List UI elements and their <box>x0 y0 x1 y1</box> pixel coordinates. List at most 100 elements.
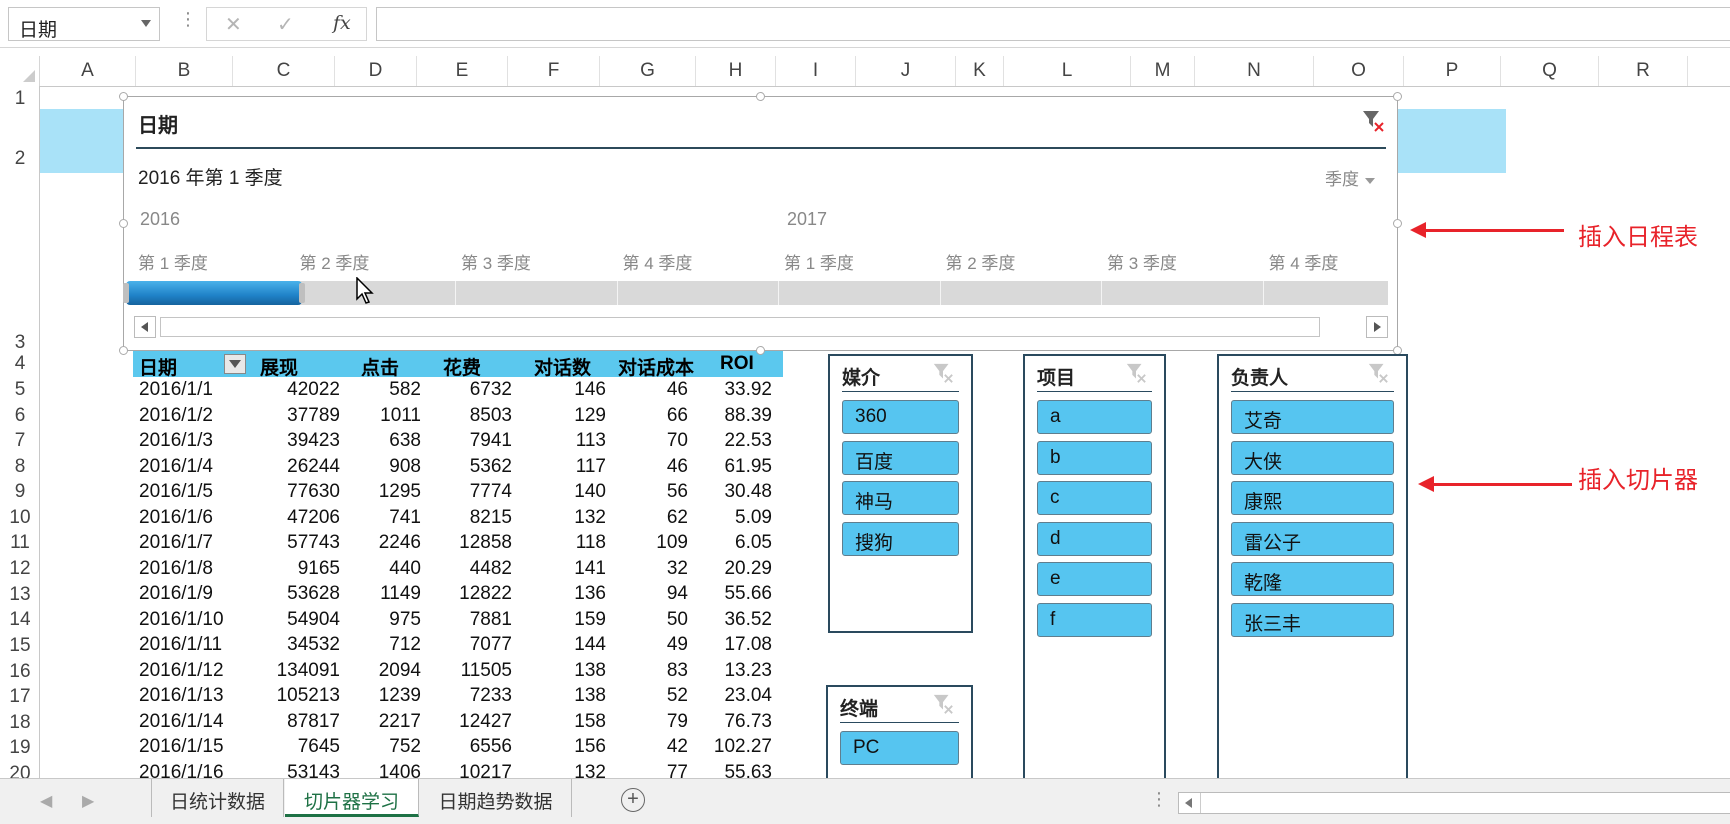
table-cell[interactable]: 4482 <box>470 558 512 580</box>
table-cell[interactable]: 8215 <box>470 507 512 529</box>
table-cell[interactable]: 47206 <box>287 507 340 529</box>
table-cell[interactable]: 6.05 <box>735 532 772 554</box>
table-cell[interactable]: 88.39 <box>724 405 772 427</box>
chevron-down-icon[interactable] <box>141 20 151 27</box>
table-cell[interactable]: 42 <box>667 736 688 758</box>
table-cell[interactable]: 37789 <box>287 405 340 427</box>
table-cell[interactable]: 33.92 <box>724 379 772 401</box>
table-cell[interactable]: 83 <box>667 660 688 682</box>
slicer-item[interactable]: 搜狗 <box>842 521 959 556</box>
table-cell[interactable]: 2016/1/15 <box>139 736 224 758</box>
table-cell[interactable]: 39423 <box>287 430 340 452</box>
table-cell[interactable]: 1149 <box>380 583 421 605</box>
slicer-item[interactable]: 康熙 <box>1231 481 1394 515</box>
table-cell[interactable]: 49 <box>667 634 688 656</box>
slicer-item[interactable]: 艾奇 <box>1231 400 1394 434</box>
timeline-quarter-label[interactable]: 第 3 季度 <box>461 249 531 274</box>
table-cell[interactable]: 2016/1/8 <box>139 558 213 580</box>
timeline-quarter-label[interactable]: 第 2 季度 <box>300 249 370 274</box>
column-header[interactable]: L <box>1004 56 1131 86</box>
resize-handle[interactable] <box>1393 92 1402 101</box>
table-cell[interactable]: 52 <box>667 685 688 707</box>
table-cell[interactable]: 159 <box>574 609 606 631</box>
table-cell[interactable]: 57743 <box>287 532 340 554</box>
table-cell[interactable]: 26244 <box>287 456 340 478</box>
table-cell[interactable]: 156 <box>574 736 606 758</box>
timeline-quarter-label[interactable]: 第 1 季度 <box>138 249 208 274</box>
slicer-item[interactable]: 百度 <box>842 440 959 475</box>
row-header[interactable]: 14 <box>0 609 40 631</box>
table-cell[interactable]: 5362 <box>470 456 512 478</box>
table-cell[interactable]: 138 <box>574 685 606 707</box>
table-cell[interactable]: 102.27 <box>714 736 772 758</box>
row-header[interactable]: 9 <box>0 481 40 503</box>
sheet-tab-daily[interactable]: 日统计数据 <box>152 779 284 817</box>
column-header[interactable]: K <box>956 56 1004 86</box>
table-cell[interactable]: 12822 <box>459 583 512 605</box>
slicer-terminal[interactable]: 终端 PC <box>826 685 973 780</box>
table-cell[interactable]: 34532 <box>287 634 340 656</box>
timeline-level-dropdown[interactable]: 季度 <box>1325 165 1375 190</box>
table-cell[interactable]: 2016/1/9 <box>139 583 213 605</box>
scroll-thumb[interactable] <box>160 317 1320 337</box>
slicer-item[interactable]: e <box>1037 562 1152 596</box>
table-cell[interactable]: 7881 <box>470 609 512 631</box>
table-cell[interactable]: 22.53 <box>724 430 772 452</box>
scroll-right-icon[interactable] <box>1366 316 1388 338</box>
column-header[interactable]: F <box>508 56 600 86</box>
table-cell[interactable]: 975 <box>389 609 421 631</box>
table-cell[interactable]: 7233 <box>470 685 512 707</box>
row-header[interactable]: 18 <box>0 712 40 734</box>
header-date[interactable]: 日期 <box>139 353 177 380</box>
table-cell[interactable]: 158 <box>574 711 606 733</box>
slicer-item[interactable]: c <box>1037 481 1152 515</box>
table-cell[interactable]: 1239 <box>379 685 421 707</box>
column-header[interactable]: R <box>1599 56 1688 86</box>
table-cell[interactable]: 46 <box>667 379 688 401</box>
table-cell[interactable]: 582 <box>389 379 421 401</box>
slicer-item[interactable]: d <box>1037 521 1152 556</box>
table-cell[interactable]: 1295 <box>379 481 421 503</box>
table-cell[interactable]: 70 <box>667 430 688 452</box>
table-cell[interactable]: 2016/1/14 <box>139 711 224 733</box>
formula-input[interactable] <box>376 7 1730 41</box>
clear-filter-icon[interactable] <box>1361 109 1385 138</box>
timeline-quarter-label[interactable]: 第 4 季度 <box>623 249 693 274</box>
table-cell[interactable]: 50 <box>667 609 688 631</box>
table-cell[interactable]: 94 <box>667 583 688 605</box>
row-header[interactable]: 19 <box>0 737 40 759</box>
column-header[interactable]: Q <box>1501 56 1599 86</box>
more-options-icon[interactable]: ⋮ <box>1150 789 1168 810</box>
table-cell[interactable]: 2016/1/10 <box>139 609 224 631</box>
column-header[interactable]: C <box>233 56 335 86</box>
row-header[interactable]: 11 <box>0 532 40 554</box>
row-header[interactable]: 3 <box>0 332 40 354</box>
table-cell[interactable]: 87817 <box>287 711 340 733</box>
table-cell[interactable]: 55.66 <box>724 583 772 605</box>
tab-prev-icon[interactable]: ◀ <box>40 791 52 811</box>
table-cell[interactable]: 7774 <box>470 481 512 503</box>
filter-icon[interactable] <box>224 354 246 374</box>
table-cell[interactable]: 118 <box>576 532 606 554</box>
table-cell[interactable]: 9165 <box>298 558 340 580</box>
column-header[interactable]: D <box>335 56 417 86</box>
table-cell[interactable]: 61.95 <box>724 456 772 478</box>
column-header[interactable]: I <box>776 56 856 86</box>
table-cell[interactable]: 20.29 <box>724 558 772 580</box>
clear-filter-icon[interactable] <box>1125 362 1147 384</box>
table-cell[interactable]: 5.09 <box>735 507 772 529</box>
table-cell[interactable]: 712 <box>389 634 421 656</box>
table-cell[interactable]: 2016/1/1 <box>139 379 213 401</box>
more-options-icon[interactable]: ⋮ <box>179 10 197 28</box>
row-header[interactable]: 4 <box>0 353 40 375</box>
table-cell[interactable]: 53628 <box>287 583 340 605</box>
table-cell[interactable]: 62 <box>667 507 688 529</box>
table-cell[interactable]: 105213 <box>277 685 340 707</box>
slicer-item[interactable]: PC <box>840 731 959 765</box>
slicer-owner[interactable]: 负责人 艾奇 大侠 康熙 雷公子 乾隆 张三丰 <box>1217 354 1408 780</box>
table-cell[interactable]: 752 <box>389 736 421 758</box>
slicer-item[interactable]: f <box>1037 602 1152 637</box>
header-chat-cost[interactable]: 对话成本 <box>618 353 694 380</box>
clear-filter-icon[interactable] <box>932 362 954 384</box>
table-cell[interactable]: 32 <box>667 558 688 580</box>
